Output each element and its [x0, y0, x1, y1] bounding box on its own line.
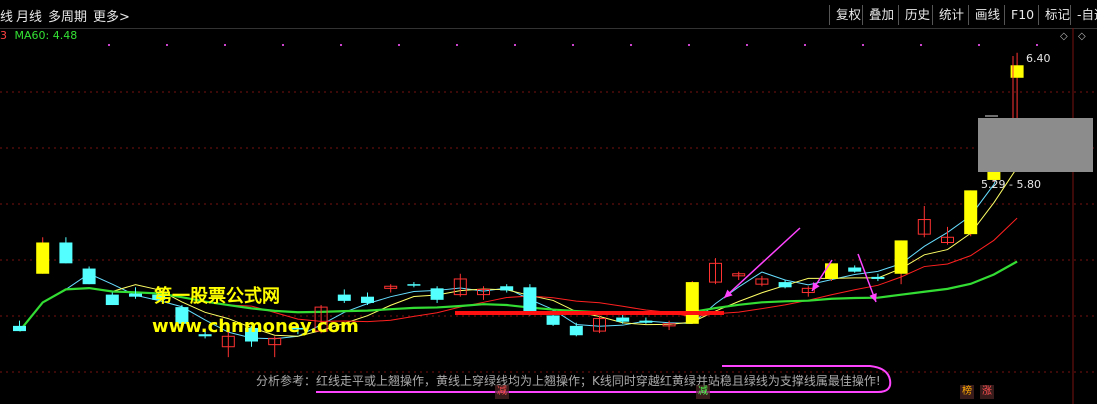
marker-dot — [572, 44, 574, 46]
badge-text: 减 — [497, 386, 507, 397]
candle-body — [13, 325, 26, 332]
marker-dot — [630, 44, 632, 46]
marker-dot — [282, 44, 284, 46]
price-range-box — [978, 118, 1093, 172]
marker-dot — [920, 44, 922, 46]
analysis-note: 分析参考：红线走平或上翘操作，黄线上穿绿线均为上翘操作；K线同时穿越红黄绿并站稳… — [256, 374, 881, 388]
candle-body — [337, 294, 351, 301]
candle-body — [778, 282, 792, 288]
watchlist-button[interactable]: -自选 — [1070, 5, 1097, 25]
candle-body — [569, 325, 583, 336]
marker-dot — [224, 44, 226, 46]
watermark-url: www.chnmoney.com — [152, 316, 359, 337]
marker-dot — [688, 44, 690, 46]
high-price-label: 6.40 — [1026, 52, 1051, 65]
toolbar: 线 月线 多周期 更多> 复权 叠加 历史 统计 画线 F10 标记 -自选 — [0, 0, 1097, 29]
badge-reduce-1: 减 — [495, 385, 509, 399]
marker-dot — [514, 44, 516, 46]
marker-dot — [1036, 44, 1038, 46]
candle-body — [129, 293, 142, 297]
marker-dot — [746, 44, 748, 46]
candle-body — [848, 267, 862, 272]
history-button[interactable]: 历史 — [898, 5, 936, 25]
chart-grid — [0, 28, 1097, 404]
candle-body — [825, 263, 838, 279]
candle-body — [361, 296, 374, 303]
watermark-title: 第一股票公式网 — [154, 286, 280, 307]
annotation-arrow — [723, 227, 801, 299]
candle-body — [894, 240, 908, 274]
candle-body — [639, 320, 653, 323]
marker-dot — [862, 44, 864, 46]
overlay-button[interactable]: 叠加 — [862, 5, 900, 25]
candle-body — [964, 190, 978, 235]
candle-body — [59, 242, 73, 264]
marker-dot — [456, 44, 458, 46]
candle-body — [407, 284, 421, 286]
tab-multi-period[interactable]: 多周期 — [48, 6, 87, 25]
candle-body — [105, 294, 119, 306]
candle-body — [36, 242, 50, 274]
badge-text: 榜 — [962, 386, 972, 397]
candle-body — [616, 317, 630, 322]
marker-dot — [398, 44, 400, 46]
candle-body — [546, 315, 560, 325]
tab-week[interactable]: 线 — [0, 6, 13, 25]
candle-body — [685, 282, 699, 324]
more-menu[interactable]: 更多> — [93, 6, 130, 25]
statistics-button[interactable]: 统计 — [932, 5, 970, 25]
candle-body — [82, 268, 96, 285]
price-range-label: 5.29 - 5.80 — [981, 178, 1041, 191]
badge-text: 涨 — [982, 386, 992, 397]
draw-line-button[interactable]: 画线 — [968, 5, 1006, 25]
badge-reduce-2: 减 — [696, 385, 710, 399]
candle-body — [523, 287, 537, 314]
marker-dot — [108, 44, 110, 46]
candle-body — [871, 276, 885, 279]
kline-chart[interactable] — [0, 28, 1097, 404]
marker-dot — [804, 44, 806, 46]
f10-button[interactable]: F10 — [1004, 5, 1040, 25]
badge-text: 减 — [698, 386, 708, 397]
badge-list: 榜 — [960, 385, 974, 399]
candle-body — [500, 286, 514, 291]
marker-dot — [166, 44, 168, 46]
marker-dot — [978, 44, 980, 46]
badge-rise: 涨 — [980, 385, 994, 399]
marker-dot — [340, 44, 342, 46]
candle-body — [430, 288, 444, 300]
tab-month[interactable]: 月线 — [16, 6, 42, 25]
